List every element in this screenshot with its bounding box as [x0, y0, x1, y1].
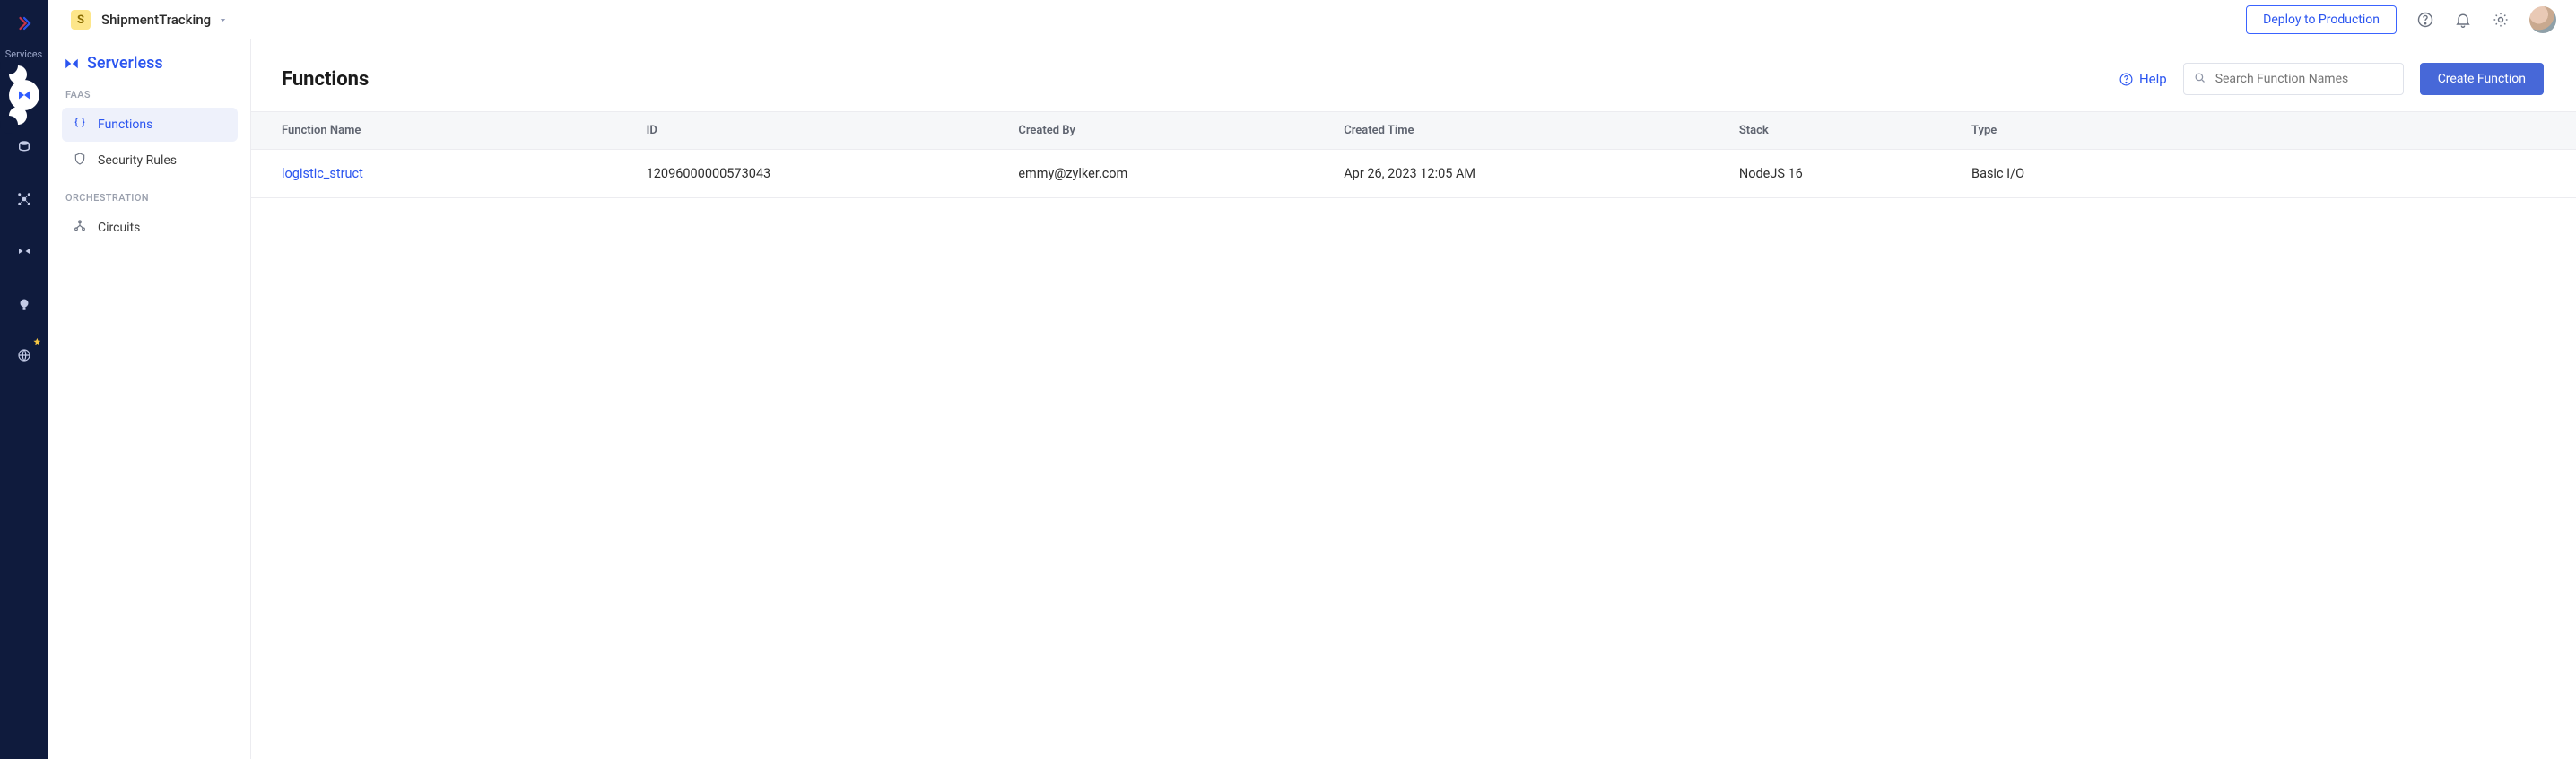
cell-function-name[interactable]: logistic_struct	[251, 150, 647, 198]
th-stack[interactable]: Stack	[1739, 112, 1971, 150]
brand-logo-icon[interactable]	[12, 11, 37, 36]
caret-down-icon[interactable]	[218, 12, 228, 29]
rail-item-global[interactable]	[9, 340, 39, 371]
sidebar: Serverless FAAS Functions Security Rules…	[48, 39, 251, 759]
bell-icon[interactable]	[2454, 11, 2472, 29]
rail-item-datastore[interactable]	[9, 132, 39, 162]
page-title: Functions	[282, 68, 369, 91]
functions-table: Function Name ID Created By Created Time…	[251, 111, 2576, 198]
sidebar-item-functions[interactable]: Functions	[62, 108, 238, 142]
cell-stack: NodeJS 16	[1739, 150, 1971, 198]
topbar: S ShipmentTracking Deploy to Production	[48, 0, 2576, 39]
cell-type: Basic I/O	[1971, 150, 2576, 198]
sidebar-group-orchestration: ORCHESTRATION	[65, 192, 238, 204]
deploy-button[interactable]: Deploy to Production	[2246, 5, 2397, 34]
table-header-row: Function Name ID Created By Created Time…	[251, 112, 2576, 150]
cell-created-by: emmy@zylker.com	[1018, 150, 1344, 198]
sidebar-item-circuits[interactable]: Circuits	[62, 211, 238, 245]
cell-created-time: Apr 26, 2023 12:05 AM	[1344, 150, 1739, 198]
gear-icon[interactable]	[2492, 11, 2510, 29]
table-row[interactable]: logistic_struct 12096000000573043 emmy@z…	[251, 150, 2576, 198]
help-link[interactable]: Help	[2119, 71, 2167, 87]
th-name[interactable]: Function Name	[251, 112, 647, 150]
rail-item-integrations[interactable]	[9, 236, 39, 266]
th-id[interactable]: ID	[647, 112, 1019, 150]
help-icon[interactable]	[2416, 11, 2434, 29]
sidebar-title: Serverless	[64, 54, 238, 73]
cell-id: 12096000000573043	[647, 150, 1019, 198]
search-icon	[2193, 71, 2215, 88]
rail-item-monitoring[interactable]	[9, 288, 39, 318]
sidebar-group-faas: FAAS	[65, 89, 238, 100]
sidebar-title-label: Serverless	[87, 54, 163, 73]
icon-rail: Services	[0, 0, 48, 759]
search-input[interactable]	[2215, 72, 2394, 86]
th-type[interactable]: Type	[1971, 112, 2576, 150]
sidebar-item-label: Functions	[98, 118, 152, 132]
rail-item-network[interactable]	[9, 184, 39, 214]
content: Functions Help Create Function	[251, 39, 2576, 759]
sidebar-item-label: Circuits	[98, 221, 140, 235]
rail-item-serverless[interactable]	[9, 80, 39, 110]
sidebar-item-label: Security Rules	[98, 153, 177, 168]
circuits-icon	[73, 219, 87, 237]
th-created-by[interactable]: Created By	[1018, 112, 1344, 150]
shield-icon	[73, 152, 87, 170]
project-badge[interactable]: S	[71, 10, 91, 30]
help-link-label: Help	[2139, 71, 2167, 87]
avatar[interactable]	[2529, 6, 2556, 33]
create-function-button[interactable]: Create Function	[2420, 63, 2544, 95]
th-created-time[interactable]: Created Time	[1344, 112, 1739, 150]
sidebar-item-security-rules[interactable]: Security Rules	[62, 144, 238, 178]
braces-icon	[73, 116, 87, 134]
project-name[interactable]: ShipmentTracking	[101, 12, 211, 28]
search-input-wrap[interactable]	[2183, 63, 2404, 95]
